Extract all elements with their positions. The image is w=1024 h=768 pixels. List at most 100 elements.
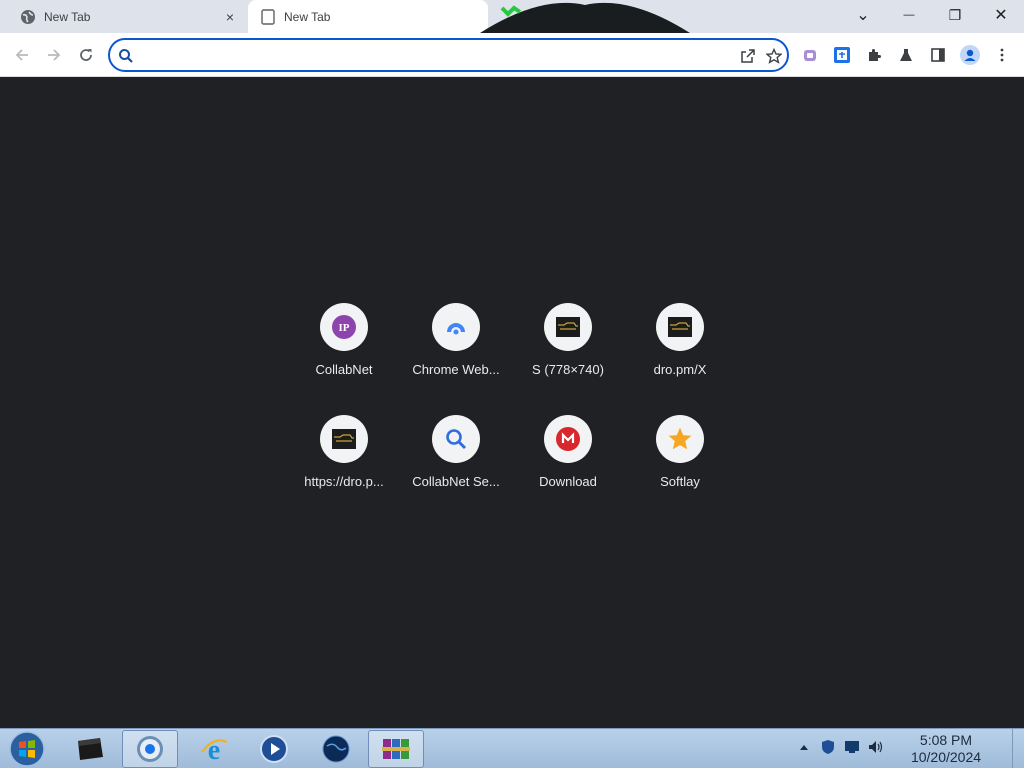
shortcut-icon-container: IP [320, 303, 368, 351]
shortcut-icon-container [320, 415, 368, 463]
shortcut-label: dro.pm/X [653, 362, 707, 377]
search-icon [446, 429, 467, 450]
site-thumbnail-icon [668, 317, 692, 337]
shortcut-tile[interactable]: https://dro.p... [288, 399, 400, 511]
globe-app-icon [322, 735, 350, 763]
shortcut-icon-container [656, 415, 704, 463]
close-icon: ✕ [994, 7, 1008, 24]
shortcut-label: Softlay [660, 474, 700, 489]
shortcut-tile[interactable]: Softlay [624, 399, 736, 511]
winrar-icon [382, 739, 410, 759]
shortcut-tile[interactable]: CollabNet Se... [400, 399, 512, 511]
side-panel-button[interactable] [924, 41, 952, 69]
show-hidden-icons-button[interactable] [796, 739, 812, 755]
taskbar: e 5:08 PM 10/20/2024 [0, 728, 1024, 768]
media-player-icon [260, 735, 288, 763]
chevron-up-icon [800, 745, 808, 750]
profile-button[interactable] [956, 41, 984, 69]
system-clock[interactable]: 5:08 PM 10/20/2024 [896, 732, 996, 766]
shortcut-tile[interactable]: Chrome Web... [400, 287, 512, 399]
shortcut-label: CollabNet Se... [412, 474, 500, 489]
address-input[interactable] [140, 46, 730, 64]
svg-text:IP: IP [339, 322, 350, 334]
tab-new-tab-1[interactable]: New Tab × [8, 0, 246, 33]
ip-logo-icon: IP [332, 315, 356, 339]
taskbar-app-chrome[interactable] [122, 730, 178, 768]
minimize-button[interactable]: — [886, 0, 932, 30]
back-button[interactable] [8, 41, 36, 69]
clock-time: 5:08 PM [919, 732, 973, 748]
taskbar-app-globe[interactable] [308, 730, 364, 768]
restore-button[interactable]: ❐ [932, 0, 978, 30]
extension-translate-icon [834, 47, 850, 63]
tab-close-icon[interactable]: × [222, 9, 238, 25]
volume-icon [869, 741, 883, 753]
restore-icon: ❐ [948, 6, 962, 23]
extension-button-2[interactable] [828, 41, 856, 69]
minimize-icon: — [903, 9, 915, 21]
shortcut-icon-container [432, 303, 480, 351]
page-icon [260, 8, 276, 25]
site-thumbnail-icon [556, 317, 580, 337]
close-window-button[interactable]: ✕ [978, 0, 1024, 30]
new-tab-page: IP CollabNet Chrome Web... S (778×740) d… [0, 77, 1024, 728]
globe-icon [20, 9, 36, 25]
taskbar-app-media-player[interactable] [246, 730, 302, 768]
labs-button[interactable] [892, 41, 920, 69]
taskbar-app-terminal[interactable] [62, 730, 118, 768]
show-desktop-button[interactable] [1012, 729, 1024, 768]
taskbar-app-internet-explorer[interactable]: e [186, 730, 242, 768]
network-icon [845, 741, 859, 753]
reload-icon [80, 49, 92, 61]
shortcut-label: S (778×740) [532, 362, 604, 377]
shortcut-icon-container [656, 303, 704, 351]
search-icon [116, 46, 136, 66]
tray-volume-icon[interactable] [868, 739, 884, 755]
forward-button[interactable] [40, 41, 68, 69]
share-icon[interactable] [738, 46, 758, 66]
shortcut-tile[interactable]: IP CollabNet [288, 287, 400, 399]
shortcut-label: CollabNet [315, 362, 373, 377]
tab-search-button[interactable]: ⌄ [840, 0, 886, 30]
shield-icon [822, 740, 834, 754]
shortcut-label: Download [539, 474, 597, 489]
puzzle-icon [869, 49, 881, 61]
avatar-icon [960, 45, 980, 65]
omnibox[interactable] [108, 38, 789, 72]
wallpaper-peek [480, 0, 690, 33]
chrome-icon [137, 736, 163, 762]
back-arrow-icon [15, 49, 28, 61]
shortcut-icon-container [544, 303, 592, 351]
clock-date: 10/20/2024 [910, 749, 982, 765]
tab-new-tab-2[interactable]: New Tab [248, 0, 488, 33]
kebab-menu-icon [1000, 48, 1004, 62]
shortcut-label: https://dro.p... [304, 474, 384, 489]
tray-security-icon[interactable] [820, 739, 836, 755]
menu-button[interactable] [988, 41, 1016, 69]
terminal-icon [78, 738, 103, 760]
tab-title: New Tab [284, 9, 331, 24]
forward-arrow-icon [48, 49, 61, 61]
shortcut-tile[interactable]: dro.pm/X [624, 287, 736, 399]
shortcut-label: Chrome Web... [412, 362, 500, 377]
reload-button[interactable] [72, 41, 100, 69]
extension-button-1[interactable] [796, 41, 824, 69]
shortcut-tile[interactable]: S (778×740) [512, 287, 624, 399]
tab-strip: New Tab × New Tab ⌄ — ❐ ✕ [0, 0, 1024, 33]
windows-start-icon [9, 731, 45, 767]
taskbar-app-winrar[interactable] [368, 730, 424, 768]
chevron-down-icon: ⌄ [856, 7, 870, 24]
internet-explorer-icon: e [201, 735, 228, 764]
tray-network-icon[interactable] [844, 739, 860, 755]
extensions-button[interactable] [860, 41, 888, 69]
start-button[interactable] [0, 730, 54, 768]
tab-title: New Tab [44, 9, 91, 24]
side-panel-icon [931, 48, 945, 62]
bookmark-star-icon[interactable] [764, 46, 784, 66]
star-icon [668, 427, 692, 450]
chrome-webstore-icon [447, 323, 465, 335]
shortcut-icon-container [432, 415, 480, 463]
shortcut-tile[interactable]: Download [512, 399, 624, 511]
extension-purple-icon [804, 50, 816, 61]
mega-icon [556, 427, 580, 451]
